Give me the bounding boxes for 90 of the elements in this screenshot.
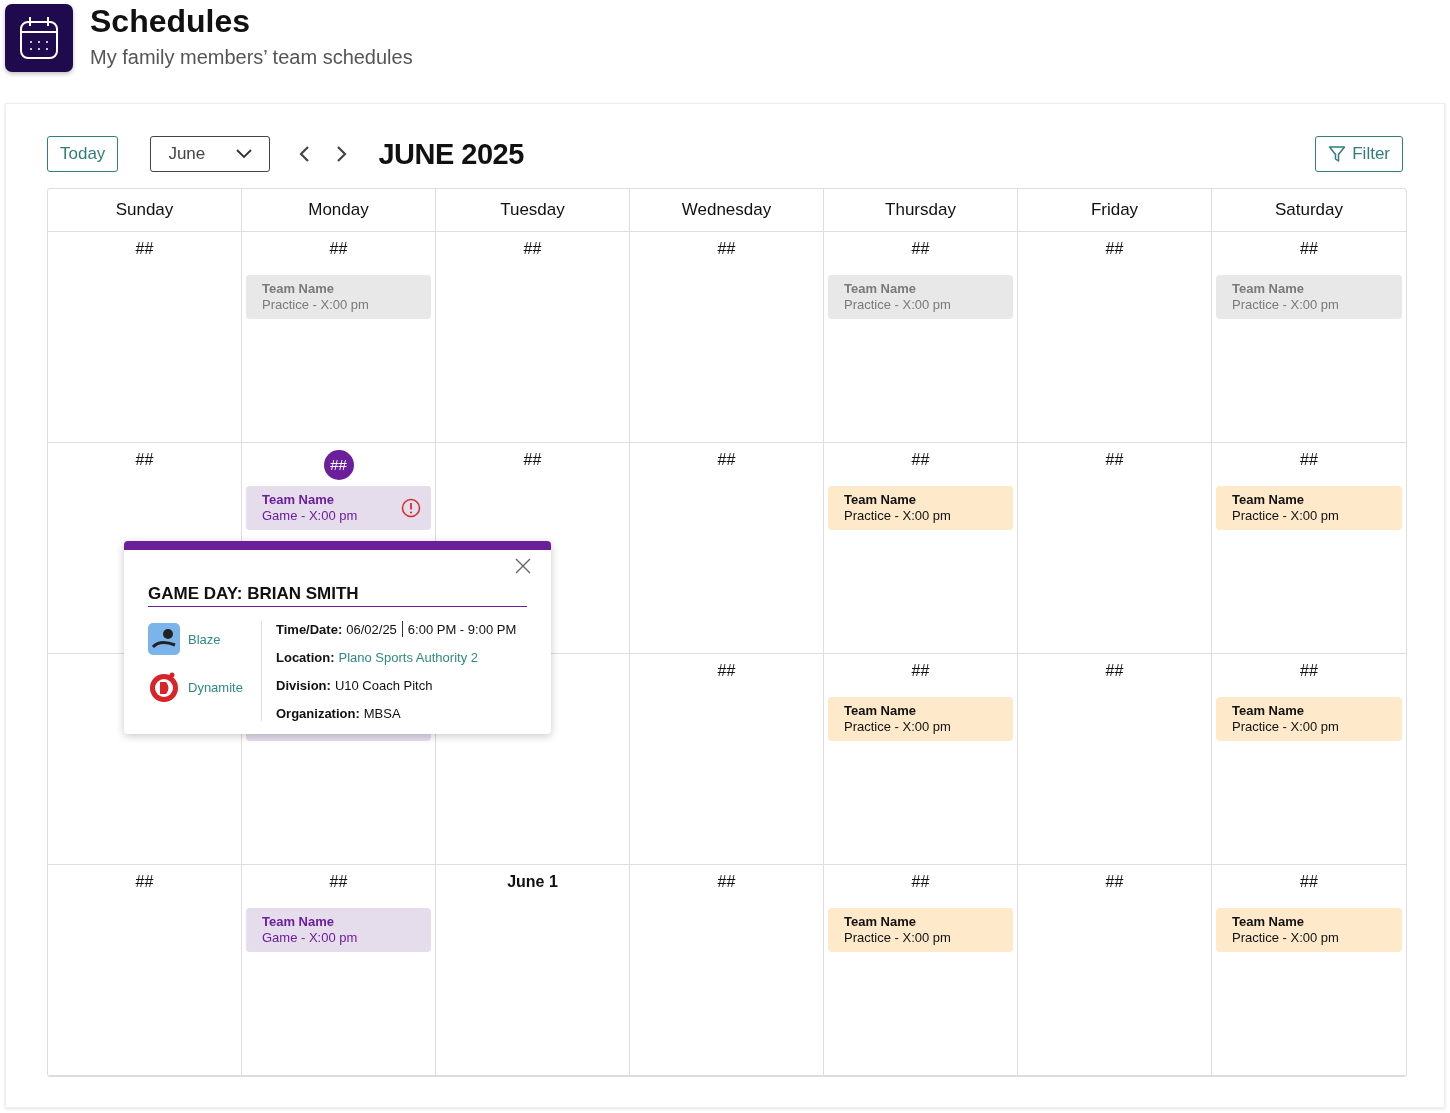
weekday-header: Sunday	[48, 189, 242, 231]
day-number: ##	[1105, 661, 1124, 681]
filter-button[interactable]: Filter	[1315, 136, 1403, 172]
detail-value: MBSA	[363, 705, 401, 721]
month-select[interactable]: June	[150, 136, 271, 172]
team-name: Team Name	[844, 703, 917, 719]
today-button[interactable]: Today	[47, 136, 119, 172]
page-subtitle: My family members’ team schedules	[90, 46, 413, 69]
weekday-header: Monday	[242, 189, 436, 231]
event-time: Practice - X:00 pm	[1232, 719, 1339, 735]
popup-title: GAME DAY: BRIAN SMITH	[148, 584, 527, 607]
event-time: Game - X:00 pm	[262, 930, 358, 946]
weekday-header: Friday	[1018, 189, 1212, 231]
page-title: Schedules	[90, 4, 252, 38]
filter-icon	[1328, 145, 1347, 163]
day-number: ##	[329, 872, 348, 892]
event-time: Practice - X:00 pm	[1232, 508, 1339, 524]
weekday-header: Wednesday	[630, 189, 824, 231]
event-card[interactable]: Team Name Practice - X:00 pm	[1216, 697, 1402, 741]
day-number: ##	[717, 239, 736, 259]
day-number: ##	[911, 239, 930, 259]
event-time: Practice - X:00 pm	[844, 930, 951, 946]
detail-label: Time/Date:	[276, 621, 343, 637]
team-name: Team Name	[262, 492, 335, 508]
detail-label: Organization:	[276, 705, 360, 721]
event-time: Practice - X:00 pm	[844, 508, 951, 524]
day-number: ##	[911, 450, 930, 470]
day-number: ##	[135, 872, 154, 892]
weekday-header: Tuesday	[436, 189, 630, 231]
team-link[interactable]: Blaze	[188, 631, 221, 647]
calendar-icon	[5, 4, 73, 72]
day-number: ##	[717, 450, 736, 470]
team-name: Team Name	[1232, 914, 1305, 930]
day-number: ##	[911, 661, 930, 681]
event-card[interactable]: Team Name Practice - X:00 pm	[828, 908, 1013, 952]
team-link[interactable]: Dynamite	[188, 679, 243, 695]
team-logo-icon	[148, 671, 180, 703]
day-number: ##	[523, 239, 542, 259]
event-time: Practice - X:00 pm	[844, 297, 951, 313]
event-time: Game - X:00 pm	[262, 508, 358, 524]
next-icon[interactable]	[334, 145, 349, 163]
team-name: Team Name	[1232, 281, 1305, 297]
event-card[interactable]: Team Name Game - X:00 pm	[246, 486, 431, 530]
detail-value: 06/02/25	[346, 621, 397, 637]
detail-label: Location:	[276, 649, 335, 665]
event-card[interactable]: Team Name Game - X:00 pm	[246, 908, 431, 952]
day-number: ##	[717, 872, 736, 892]
day-number: ##	[911, 872, 930, 892]
event-time: Practice - X:00 pm	[1232, 930, 1339, 946]
month-title: JUNE 2025	[378, 137, 524, 171]
team-name: Team Name	[844, 914, 917, 930]
weekday-header: Thursday	[824, 189, 1018, 231]
team-logo-icon	[148, 623, 180, 655]
day-number: ##	[323, 450, 354, 480]
team-name: Team Name	[844, 281, 917, 297]
day-number: June 1	[507, 872, 558, 892]
team-name: Team Name	[1232, 703, 1305, 719]
detail-value: 6:00 PM - 9:00 PM	[407, 621, 517, 637]
day-number: ##	[1300, 661, 1318, 681]
event-time: Practice - X:00 pm	[844, 719, 951, 735]
team-name: Team Name	[844, 492, 917, 508]
chevron-down-icon	[236, 149, 253, 159]
event-card[interactable]: Team Name Practice - X:00 pm	[246, 275, 431, 319]
event-card[interactable]: Team Name Practice - X:00 pm	[1216, 908, 1402, 952]
detail-label: Division:	[276, 677, 331, 693]
day-number: ##	[1300, 450, 1318, 470]
day-number: ##	[135, 239, 154, 259]
day-number: ##	[135, 450, 154, 470]
day-number: ##	[1105, 450, 1124, 470]
event-card[interactable]: Team Name Practice - X:00 pm	[828, 275, 1013, 319]
day-number: ##	[717, 661, 736, 681]
weekday-header: Saturday	[1273, 199, 1344, 221]
location-link[interactable]: Plano Sports Authority 2	[338, 649, 478, 665]
event-card[interactable]: Team Name Practice - X:00 pm	[1216, 486, 1402, 530]
team-name: Team Name	[1232, 492, 1305, 508]
day-number: ##	[523, 450, 542, 470]
event-card[interactable]: Team Name Practice - X:00 pm	[828, 486, 1013, 530]
event-time: Practice - X:00 pm	[1232, 297, 1339, 313]
detail-value: U10 Coach Pitch	[334, 677, 433, 693]
team-name: Team Name	[262, 914, 335, 930]
day-number: ##	[1105, 239, 1124, 259]
event-card[interactable]: Team Name Practice - X:00 pm	[1216, 275, 1402, 319]
close-icon[interactable]	[515, 558, 531, 574]
day-number: ##	[329, 239, 348, 259]
day-number: ##	[1300, 239, 1318, 259]
event-card[interactable]: Team Name Practice - X:00 pm	[828, 697, 1013, 741]
day-number: ##	[1105, 872, 1124, 892]
team-name: Team Name	[262, 281, 335, 297]
event-time: Practice - X:00 pm	[262, 297, 369, 313]
day-number: ##	[1300, 872, 1318, 892]
